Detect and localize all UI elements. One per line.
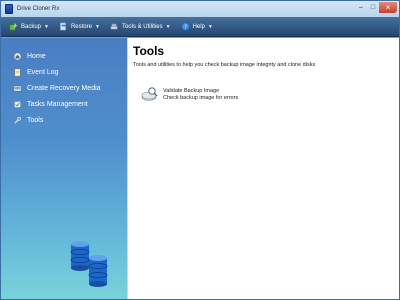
tasks-icon	[14, 100, 21, 108]
minimize-button[interactable]: –	[355, 2, 367, 13]
database-icon	[70, 241, 108, 287]
sidebar-item-tasks-management[interactable]: Tasks Management	[13, 96, 101, 112]
menu-backup[interactable]: Backup ▼	[5, 19, 53, 35]
menu-tools-label: Tools & Utilities	[121, 23, 163, 30]
title-bar[interactable]: Drive Cloner Rx – □ ×	[1, 1, 399, 17]
menu-tools-utilities[interactable]: Tools & Utilities ▼	[106, 19, 175, 35]
event-log-icon	[14, 68, 21, 76]
tool-title: Validate Backup Image	[163, 88, 220, 94]
svg-text:?: ?	[184, 24, 187, 30]
main-content: Tools Tools and utilities to help you ch…	[127, 38, 399, 299]
window-controls: – □ ×	[355, 2, 397, 13]
chevron-down-icon: ▼	[165, 23, 171, 30]
backup-icon	[9, 22, 18, 31]
sidebar-item-label: Tasks Management	[27, 100, 88, 108]
menu-backup-label: Backup	[21, 23, 42, 30]
menu-restore-label: Restore	[70, 23, 92, 30]
tool-subtitle: Check backup image for errors	[163, 95, 239, 101]
sidebar-item-label: Tools	[27, 116, 44, 124]
sidebar-item-label: Create Recovery Media	[27, 84, 101, 92]
restore-icon	[60, 22, 67, 31]
menu-help[interactable]: ? Help ▼	[177, 19, 217, 35]
chevron-down-icon: ▼	[94, 23, 100, 30]
chevron-down-icon: ▼	[44, 23, 49, 30]
validate-image-icon	[141, 87, 158, 101]
window-title: Drive Cloner Rx	[17, 6, 60, 12]
help-icon: ?	[181, 22, 190, 31]
sidebar-item-label: Home	[27, 52, 46, 60]
sidebar-item-home[interactable]: Home	[13, 48, 101, 64]
maximize-button[interactable]: □	[367, 2, 379, 13]
sidebar-nav: Home Event Log Create Recovery Media Tas…	[13, 48, 101, 128]
sidebar-item-label: Event Log	[27, 68, 59, 76]
app-window: Drive Cloner Rx – □ × Backup ▼ Restore ▼	[0, 0, 400, 300]
sidebar: Home Event Log Create Recovery Media Tas…	[1, 38, 127, 299]
sidebar-item-event-log[interactable]: Event Log	[13, 64, 101, 80]
tools-icon	[110, 23, 118, 30]
tool-validate-backup-image[interactable]: Validate Backup Image Check backup image…	[141, 86, 238, 102]
menu-restore[interactable]: Restore ▼	[55, 19, 104, 35]
tools-icon	[14, 116, 21, 124]
page-title: Tools	[133, 44, 165, 58]
close-button[interactable]: ×	[379, 2, 397, 13]
recovery-media-icon	[13, 85, 22, 91]
menu-bar: Backup ▼ Restore ▼ Tools & Utilities ▼ ?	[1, 17, 399, 37]
chevron-down-icon: ▼	[207, 23, 213, 30]
app-icon	[5, 4, 13, 14]
page-description: Tools and utilities to help you check ba…	[133, 62, 316, 68]
sidebar-item-tools[interactable]: Tools	[13, 112, 101, 128]
menu-help-label: Help	[192, 23, 205, 30]
sidebar-item-create-recovery-media[interactable]: Create Recovery Media	[13, 80, 101, 96]
home-icon	[13, 52, 22, 60]
